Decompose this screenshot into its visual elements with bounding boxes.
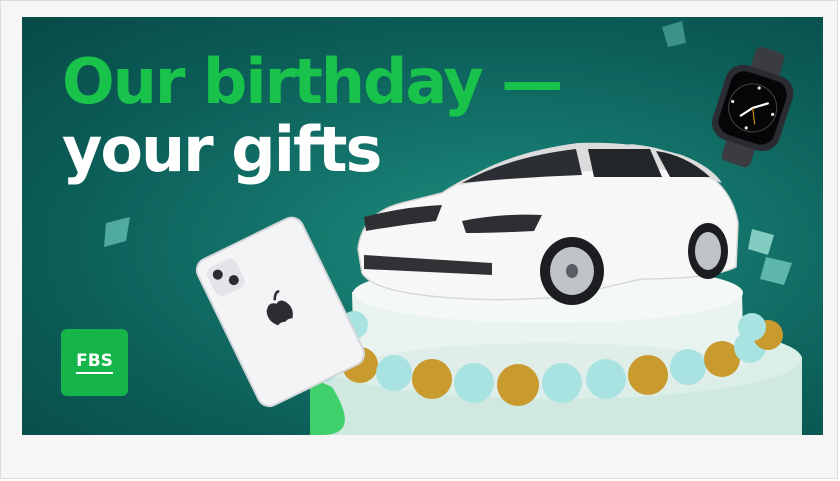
fbs-logo[interactable]: FBS	[61, 329, 128, 396]
fbs-logo-text: FBS	[76, 351, 113, 374]
promo-headline: Our birthday — your gifts	[62, 45, 563, 186]
smartwatch-image	[712, 46, 794, 168]
headline-line-1: Our birthday —	[62, 45, 563, 118]
promo-banner[interactable]: Our birthday — your gifts FBS	[22, 17, 823, 435]
promo-card[interactable]: Our birthday — your gifts FBS	[0, 0, 838, 479]
headline-line-2: your gifts	[62, 113, 382, 186]
